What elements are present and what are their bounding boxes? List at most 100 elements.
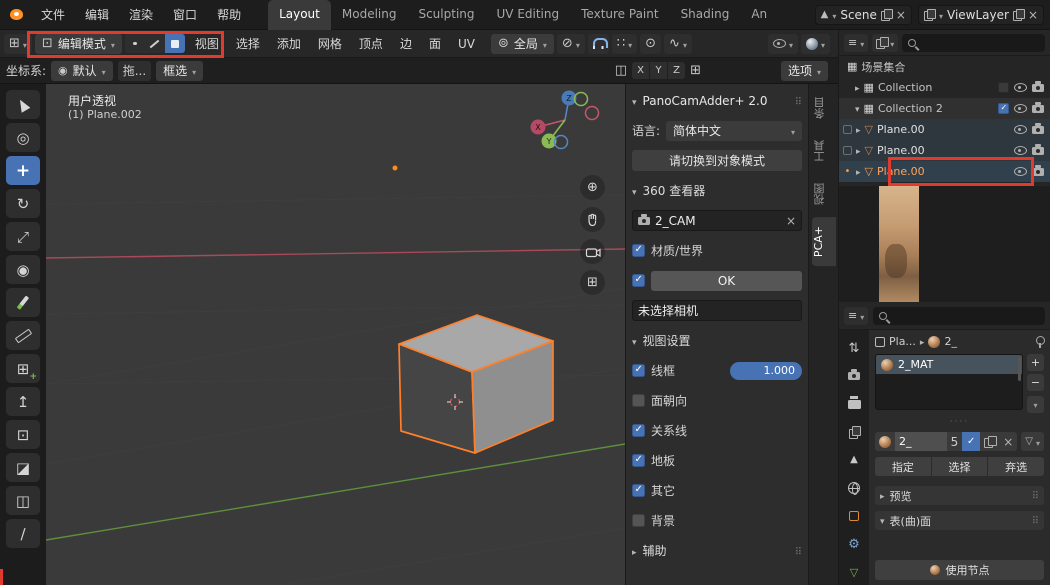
preview-panel-header[interactable]: 预览 (875, 486, 1044, 505)
mirror-y-toggle[interactable]: Y (650, 62, 667, 79)
zoom-button[interactable]: ⊕ (580, 175, 605, 200)
ntab-pca[interactable]: PCA+ (812, 217, 836, 266)
select-button[interactable]: 选择 (932, 457, 988, 476)
coord-system-dropdown[interactable]: ◉ 默认 (51, 61, 113, 81)
scrollbar[interactable] (1018, 357, 1021, 381)
tool-loop-cut[interactable]: ◫ (6, 486, 40, 515)
viewlayer-selector[interactable]: ViewLayer × (918, 5, 1044, 25)
vertex-select-toggle[interactable] (125, 34, 145, 53)
menu-edit[interactable]: 编辑 (76, 3, 118, 26)
hide-eye-icon[interactable] (1014, 167, 1027, 176)
camera-name-field[interactable]: 2_CAM × (632, 210, 802, 231)
render-camera-icon[interactable] (1032, 126, 1044, 134)
close-icon[interactable]: × (896, 8, 906, 22)
material-slot-row[interactable]: 2_MAT (876, 355, 1022, 374)
floor-checkbox[interactable] (632, 454, 645, 467)
mirror-z-toggle[interactable]: Z (668, 62, 685, 79)
ntab-tool[interactable]: 工具 (812, 131, 836, 171)
snap-settings-button[interactable]: ∷ (612, 34, 637, 54)
tool-extrude[interactable]: ↥ (6, 387, 40, 416)
hide-eye-icon[interactable] (1014, 104, 1027, 113)
outliner-search[interactable] (902, 34, 1045, 52)
snap-base-icon[interactable]: ⊞ (690, 64, 701, 77)
tool-add-cube[interactable]: ⊞+ (6, 354, 40, 383)
relation-lines-checkbox[interactable] (632, 424, 645, 437)
search-input[interactable] (921, 36, 1039, 49)
pan-button[interactable] (580, 207, 605, 232)
tab-sculpting[interactable]: Sculpting (407, 0, 485, 30)
editor-type-button[interactable]: ⊞ (4, 34, 32, 54)
slot-specials-button[interactable] (1027, 396, 1044, 413)
proportional-edit-button[interactable]: ⊙ (640, 34, 661, 54)
face-orientation-checkbox[interactable] (632, 394, 645, 407)
copy-material-button[interactable] (980, 432, 999, 451)
menu-view[interactable]: 视图 (188, 35, 226, 52)
menu-uv[interactable]: UV (451, 37, 482, 51)
tab-modeling[interactable]: Modeling (331, 0, 408, 30)
mirror-icon[interactable]: ◫ (615, 64, 627, 77)
ok-checkbox[interactable] (632, 274, 645, 287)
close-icon[interactable]: × (1028, 8, 1038, 22)
render-camera-icon[interactable] (1032, 147, 1044, 155)
ortho-grid-button[interactable]: ⊞ (580, 270, 605, 295)
material-name-field[interactable]: 2_ (895, 432, 947, 451)
tab-animation-truncated[interactable]: An (740, 0, 778, 30)
tool-inset[interactable]: ⊡ (6, 420, 40, 449)
fake-user-shield-button[interactable] (962, 432, 980, 451)
outliner-row-scene-collection[interactable]: ▦ 场景集合 (839, 56, 1050, 77)
outliner-row-plane-active[interactable]: • ▽ Plane.00 (839, 161, 1050, 182)
breadcrumb-object[interactable]: Pla... (889, 335, 916, 348)
breadcrumb-material[interactable]: 2_ (944, 335, 957, 348)
menu-edge[interactable]: 边 (393, 35, 419, 52)
search-input[interactable] (892, 309, 1039, 322)
ntab-item[interactable]: 条目 (812, 88, 836, 128)
clear-icon[interactable]: × (786, 214, 796, 228)
wireframe-value-slider[interactable]: 1.000 (730, 362, 802, 380)
aux-section-header[interactable]: 辅助 (632, 540, 802, 561)
surface-panel-header[interactable]: 表(曲)面 (875, 511, 1044, 530)
menu-help[interactable]: 帮助 (208, 3, 250, 26)
tool-knife[interactable]: ∕ (6, 519, 40, 548)
menu-add[interactable]: 添加 (270, 35, 308, 52)
display-mode-button[interactable] (872, 34, 898, 52)
menu-face[interactable]: 面 (422, 35, 448, 52)
tool-annotate[interactable] (6, 288, 40, 317)
tab-tool[interactable]: ⇅ (841, 338, 867, 358)
assign-button[interactable]: 指定 (875, 457, 931, 476)
box-select-dropdown[interactable]: 框选 (156, 61, 203, 81)
show-gizmo-button[interactable] (768, 34, 798, 54)
tab-render[interactable] (841, 366, 867, 386)
view-section-header[interactable]: 视图设置 (632, 330, 802, 351)
nodetree-button[interactable]: ▽ (1021, 432, 1044, 451)
others-checkbox[interactable] (632, 484, 645, 497)
ntab-view[interactable]: 视图 (812, 174, 836, 214)
exclude-checkbox[interactable] (998, 82, 1009, 93)
outliner-row-plane-2[interactable]: ▽ Plane.00 (839, 140, 1050, 161)
npanel-header[interactable]: PanoCamAdder+ 2.0 (632, 90, 802, 111)
exclude-checkbox[interactable] (998, 103, 1009, 114)
pivot-point-button[interactable]: ⊘ (557, 34, 585, 54)
menu-select[interactable]: 选择 (229, 35, 267, 52)
shading-dropdown[interactable] (801, 34, 830, 54)
background-checkbox[interactable] (632, 514, 645, 527)
tool-transform[interactable]: ◉ (6, 255, 40, 284)
tab-data[interactable]: ▽ (841, 562, 867, 582)
mode-dropdown[interactable]: ⊡ 编辑模式 (35, 34, 122, 54)
new-scene-icon[interactable] (881, 9, 892, 21)
tab-object[interactable] (841, 506, 867, 526)
orientation-dropdown[interactable]: ⊚ 全局 (491, 34, 554, 54)
falloff-button[interactable]: ∿ (664, 34, 692, 54)
tool-scale[interactable]: ⤢ (6, 222, 40, 251)
new-viewlayer-icon[interactable] (1013, 9, 1024, 21)
material-slot-list[interactable]: 2_MAT (875, 354, 1023, 410)
tab-texture-paint[interactable]: Texture Paint (570, 0, 669, 30)
render-camera-icon[interactable] (1032, 84, 1044, 92)
mirror-x-toggle[interactable]: X (632, 62, 649, 79)
drag-mode-button[interactable]: 拖... (118, 61, 151, 81)
tab-shading[interactable]: Shading (670, 0, 741, 30)
viewer-section-header[interactable]: 360 查看器 (632, 180, 802, 201)
users-count-chip[interactable]: 5 (947, 432, 963, 451)
scene-selector[interactable]: ▲ Scene × (815, 5, 912, 25)
hide-eye-icon[interactable] (1014, 83, 1027, 92)
viewport-3d[interactable]: Z X Y 用户透视 (1) Plane.002 ⊕ ⊞ (46, 84, 625, 585)
